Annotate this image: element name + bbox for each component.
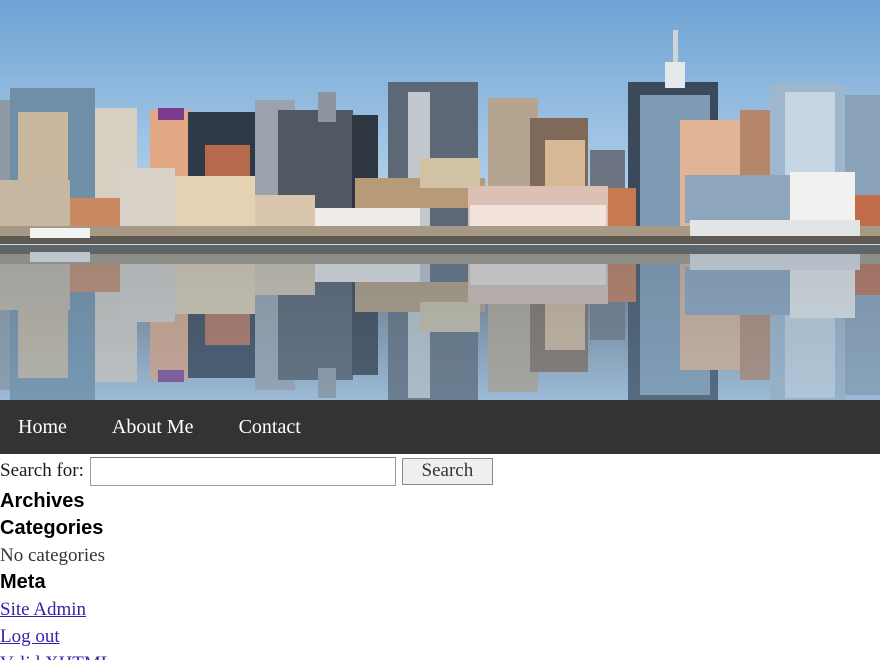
site-admin-link[interactable]: Site Admin [0, 596, 880, 623]
categories-empty-text: No categories [0, 545, 105, 566]
sidebar-content: Search for: Search Archives Categories N… [0, 454, 880, 660]
valid-xhtml-link[interactable]: Valid XHTML [0, 650, 880, 660]
header-banner-image [0, 0, 880, 400]
nav-home-link[interactable]: Home [18, 400, 67, 454]
search-input[interactable] [89, 456, 396, 486]
main-nav: Home About Me Contact [0, 400, 880, 454]
nav-contact-link[interactable]: Contact [239, 400, 301, 454]
nav-about-me-link[interactable]: About Me [112, 400, 194, 454]
skyline-graphic [0, 0, 880, 400]
categories-heading: Categories [0, 517, 104, 539]
search-button[interactable]: Search [401, 457, 493, 485]
meta-heading: Meta [0, 571, 46, 593]
search-form: Search for: Search [0, 454, 880, 488]
search-label: Search for: [0, 460, 84, 481]
valid-xhtml-link-wrapper: Valid XHTML [0, 650, 880, 660]
log-out-link[interactable]: Log out [0, 623, 880, 650]
archives-heading: Archives [0, 490, 85, 512]
